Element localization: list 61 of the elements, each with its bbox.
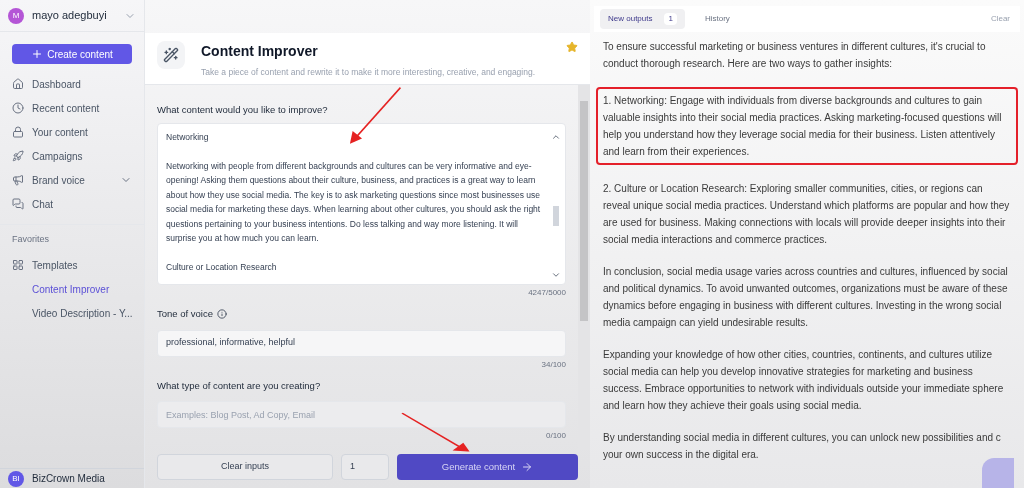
sidebar-item[interactable]: Dashboard	[32, 76, 81, 92]
character-count: 4247/5000	[527, 287, 566, 300]
output-paragraph: 1. Networking: Engage with individuals from diverse backgrounds and cultures to gain valuable insights into their social media practices. Asking marketing-focused questions will help you understand how they leverage social media for their business. Listen attentively and learn from their experiences.	[596, 87, 1018, 165]
annotation-arrow	[400, 412, 470, 452]
sidebar-item[interactable]: Content Improver	[32, 281, 110, 297]
tone-input[interactable]: professional, informative, helpful	[157, 329, 566, 357]
output-paragraph: Expanding your knowledge of how other cities, countries, continents, and cultures utilize social media can help you develop innovative strategies for marketing and business success. Embrace opportunities to network with individuals outside your immediate sphere and learn how they achieve their goals using social media.	[603, 348, 1005, 413]
workspace-avatar: BI	[8, 470, 24, 487]
character-count: 0/100	[544, 430, 566, 443]
character-count: 34/100	[540, 358, 566, 371]
field-label: What type of content are you creating?	[157, 378, 322, 393]
textarea-paragraph: Networking with people from different backgrounds and cultures can be very informative and eye-opening! Asking them questions about their culture, business, and practices is a great way to learn about how they use social media. The key is to ask marketing questions since most businesses use social media for marketing these days. When learning about other cultures, you should ask the right questions pertaining to your business intentions. Do less talking and way more listening. It will surprise you at how much you can learn.	[166, 159, 542, 246]
megaphone-icon	[12, 174, 24, 186]
sidebar-item[interactable]: Templates	[32, 257, 78, 273]
sidebar-item[interactable]: Video Description - Y...	[32, 305, 133, 321]
annotation-arrow	[350, 86, 402, 144]
floating-chat-button[interactable]	[982, 458, 1014, 488]
tool-title: Content Improver	[201, 42, 319, 61]
tab-label: New outputs	[608, 13, 653, 25]
field-label: What content would you like to improve?	[157, 103, 329, 117]
output-paragraph: To ensure successful marketing or business ventures in different cultures, it's crucial to conduct thorough research. Here are two ways to gather insights:	[603, 40, 987, 71]
output-paragraph: your own success in the digital era.	[603, 448, 760, 462]
output-paragraph: By understanding social media in different cultures, you can unlock new possibilities and c	[603, 431, 1002, 445]
tab-label: History	[704, 13, 730, 25]
lock-icon	[12, 126, 24, 138]
sidebar-item[interactable]: Chat	[32, 196, 54, 212]
avatar: M	[8, 7, 24, 24]
arrow-right-icon	[521, 461, 534, 473]
section-heading: Favorites	[11, 233, 50, 246]
account-name[interactable]: mayo adegbuyi	[32, 7, 107, 24]
chat-bubbles-icon	[12, 198, 24, 210]
sidebar-item[interactable]: Recent content	[32, 100, 100, 116]
scrollbar-thumb[interactable]	[553, 206, 559, 227]
workspace-name[interactable]: BizCrown Media	[32, 473, 105, 484]
star-icon[interactable]	[566, 41, 578, 53]
output-paragraph: In conclusion, social media usage varies across countries and cultures, influenced by social and political dynamics. To avoid unwanted outcomes, organizations must be aware of these dynamics before engaging in business with different cultures. Investing in the wrong social media campaign can yield undesirable results.	[603, 265, 1009, 330]
output-tab[interactable]: New outputs 1	[600, 9, 685, 29]
sidebar-item[interactable]: Campaigns	[32, 148, 83, 164]
sidebar-item[interactable]: Your content	[32, 124, 88, 140]
sidebar-item[interactable]: Brand voice	[32, 172, 85, 188]
content-type-input[interactable]: Examples: Blog Post, Ad Copy, Email	[157, 401, 566, 429]
info-icon[interactable]	[217, 309, 227, 320]
magic-wand-icon	[163, 47, 179, 63]
clear-inputs-button[interactable]: Clear inputs	[157, 454, 333, 480]
textarea-paragraph: Networking	[166, 131, 210, 145]
plus-icon	[31, 48, 44, 60]
content-textarea[interactable]	[157, 123, 566, 286]
create-content-button[interactable]: Create content	[12, 44, 132, 64]
textarea-paragraph: Culture or Location Research	[166, 260, 278, 274]
scrollbar-thumb[interactable]	[580, 101, 588, 321]
output-paragraph: 2. Culture or Location Research: Exploring smaller communities, cities, or regions can reveal unique social media practices. Understand which platforms are popular and how they are used for business. Making connections with locals will provide deeper insights into their social media interactions and commerce practices.	[603, 182, 1011, 247]
house-icon	[12, 78, 24, 90]
count-badge: 1	[664, 13, 677, 25]
field-label: Tone of voice	[157, 307, 213, 322]
clock-icon	[12, 102, 24, 114]
output-tab[interactable]: History	[696, 9, 738, 29]
tool-description: Take a piece of content and rewrite it to make it more interesting, creative, and engaging.	[201, 66, 537, 79]
grid-icon	[12, 259, 24, 271]
rocket-icon	[12, 150, 24, 162]
quantity-input[interactable]: 1	[341, 454, 389, 480]
generate-content-button[interactable]: Generate content	[397, 454, 578, 480]
